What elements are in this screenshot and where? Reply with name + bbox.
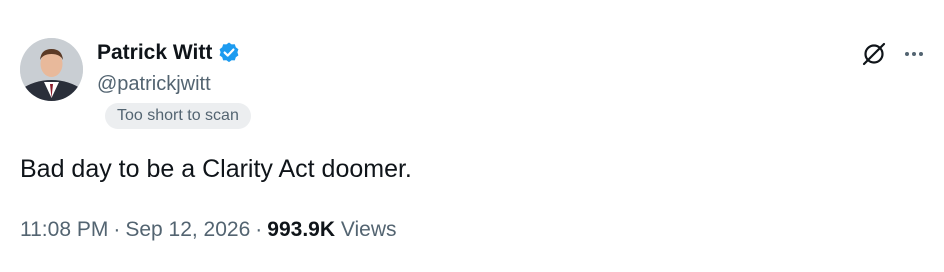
avatar-portrait-icon	[20, 38, 83, 101]
views-count[interactable]: 993.9K	[267, 218, 335, 241]
more-options-ellipsis-icon[interactable]	[902, 42, 926, 71]
views-label: Views	[340, 218, 397, 241]
tweet-meta: 11:08 PM · Sep 12, 2026 · 993.9K Views	[20, 218, 396, 242]
avatar[interactable]	[20, 38, 83, 101]
verified-badge-icon[interactable]	[217, 41, 241, 65]
top-actions	[860, 42, 926, 70]
tweet-time[interactable]: 11:08 PM	[20, 218, 108, 241]
scan-status-badge: Too short to scan	[105, 103, 251, 129]
author-handle[interactable]: @patrickjwitt	[97, 73, 211, 96]
meta-separator: ·	[255, 218, 263, 241]
author-display-name[interactable]: Patrick Witt	[97, 41, 212, 65]
tweet-text: Bad day to be a Clarity Act doomer.	[20, 155, 412, 183]
no-signal-circle-slash-icon[interactable]	[860, 40, 888, 73]
tweet-card: Patrick Witt @patrickjwitt Too short to …	[0, 0, 944, 272]
tweet-date[interactable]: Sep 12, 2026	[125, 218, 250, 241]
meta-separator: ·	[113, 218, 121, 241]
author-name-row: Patrick Witt	[97, 40, 241, 66]
